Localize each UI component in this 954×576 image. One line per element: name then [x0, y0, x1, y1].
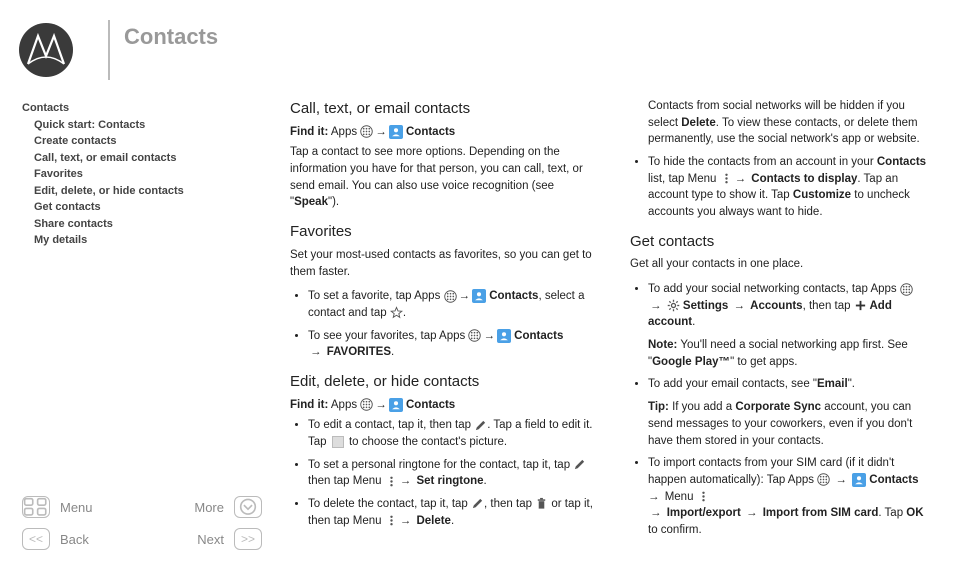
picture-placeholder-icon	[332, 436, 344, 448]
arrow-icon: →	[398, 475, 414, 487]
sidebar-item-favorites[interactable]: Favorites	[34, 166, 262, 183]
list-item: To hide the contacts from an account in …	[648, 154, 934, 221]
menu-icon	[697, 490, 710, 503]
list-item-note: Note: You'll need a social networking ap…	[648, 337, 934, 370]
contacts-icon	[852, 473, 866, 487]
list-item: To add your email contacts, see "Email".…	[648, 376, 934, 449]
arrow-icon: →	[308, 346, 324, 358]
page-title: Contacts	[124, 20, 218, 50]
sidebar-item-mydetails[interactable]: My details	[34, 232, 262, 249]
contacts-icon	[389, 398, 403, 412]
back-label: Back	[60, 532, 89, 547]
list-item: To import contacts from your SIM card (i…	[648, 455, 934, 538]
sidebar-item-editdelete[interactable]: Edit, delete, or hide contacts	[34, 183, 262, 200]
list-item-tip: Tip: If you add a Corporate Sync account…	[648, 399, 934, 449]
chevron-left-icon: <<	[22, 528, 50, 550]
more-button[interactable]: More	[142, 496, 262, 518]
more-label: More	[194, 500, 224, 515]
sidebar-top[interactable]: Contacts	[22, 100, 262, 117]
para-fav: Set your most-used contacts as favorites…	[290, 247, 594, 280]
sidebar-item-create[interactable]: Create contacts	[34, 133, 262, 150]
sidebar-item-quickstart[interactable]: Quick start: Contacts	[34, 117, 262, 134]
menu-icon	[720, 172, 733, 185]
list-item: To set a personal ringtone for the conta…	[308, 457, 594, 490]
sidebar-nav: Contacts Quick start: Contacts Create co…	[22, 100, 262, 249]
apps-icon	[360, 398, 373, 411]
pencil-icon	[573, 458, 586, 471]
menu-label: Menu	[60, 500, 93, 515]
apps-icon	[360, 125, 373, 138]
star-icon	[390, 306, 403, 319]
arrow-icon: →	[398, 515, 414, 527]
pencil-icon	[471, 497, 484, 510]
find-it-1: Find it: Apps → Contacts	[290, 124, 594, 141]
list-item-note: Contacts from social networks will be hi…	[648, 98, 934, 148]
arrow-icon: →	[733, 173, 749, 185]
sidebar-item-getcontacts[interactable]: Get contacts	[34, 199, 262, 216]
arrow-icon: →	[741, 507, 763, 519]
chevron-down-icon	[234, 496, 262, 518]
list-item: To edit a contact, tap it, then tap . Ta…	[308, 417, 594, 450]
contacts-icon	[472, 289, 486, 303]
pencil-icon	[474, 419, 487, 432]
find-it-3: Find it: Apps → Contacts	[290, 397, 594, 414]
heading-get-contacts: Get contacts	[630, 231, 934, 253]
arrow-icon: →	[728, 300, 750, 312]
sidebar-item-calltextemail[interactable]: Call, text, or email contacts	[34, 150, 262, 167]
apps-icon	[468, 329, 481, 342]
apps-icon	[444, 290, 457, 303]
para-get: Get all your contacts in one place.	[630, 256, 934, 273]
arrow-icon: →	[481, 330, 497, 342]
list-item: To see your favorites, tap Apps → Contac…	[308, 328, 594, 361]
contacts-icon	[497, 329, 511, 343]
arrow-icon: →	[648, 507, 664, 519]
apps-icon	[900, 283, 913, 296]
arrow-icon: →	[830, 474, 852, 486]
plus-icon	[854, 299, 867, 312]
apps-icon	[817, 473, 830, 486]
menu-icon	[385, 475, 398, 488]
next-button[interactable]: Next >>	[142, 528, 262, 550]
brand-logo	[18, 22, 74, 78]
para-1: Tap a contact to see more options. Depen…	[290, 144, 594, 211]
arrow-icon: →	[648, 300, 664, 312]
heading-edit-delete: Edit, delete, or hide contacts	[290, 371, 594, 393]
footer-nav: Menu More << Back Next >>	[22, 496, 262, 560]
sidebar-item-sharecontacts[interactable]: Share contacts	[34, 216, 262, 233]
main-content: Call, text, or email contacts Find it: A…	[290, 98, 934, 562]
list-item: To set a favorite, tap Apps → Contacts, …	[308, 288, 594, 321]
next-label: Next	[197, 532, 224, 547]
menu-icon	[385, 514, 398, 527]
title-bar: Contacts	[108, 20, 218, 80]
arrow-icon: →	[373, 126, 389, 138]
gear-icon	[667, 299, 680, 312]
heading-call-text-email: Call, text, or email contacts	[290, 98, 594, 120]
list-item: To add your social networking contacts, …	[648, 281, 934, 370]
arrow-icon: →	[373, 399, 389, 411]
heading-favorites: Favorites	[290, 221, 594, 243]
trash-icon	[535, 497, 548, 510]
chevron-right-icon: >>	[234, 528, 262, 550]
grid-icon	[22, 496, 50, 518]
back-button[interactable]: << Back	[22, 528, 142, 550]
menu-button[interactable]: Menu	[22, 496, 142, 518]
arrow-icon: →	[457, 290, 473, 302]
contacts-icon	[389, 125, 403, 139]
